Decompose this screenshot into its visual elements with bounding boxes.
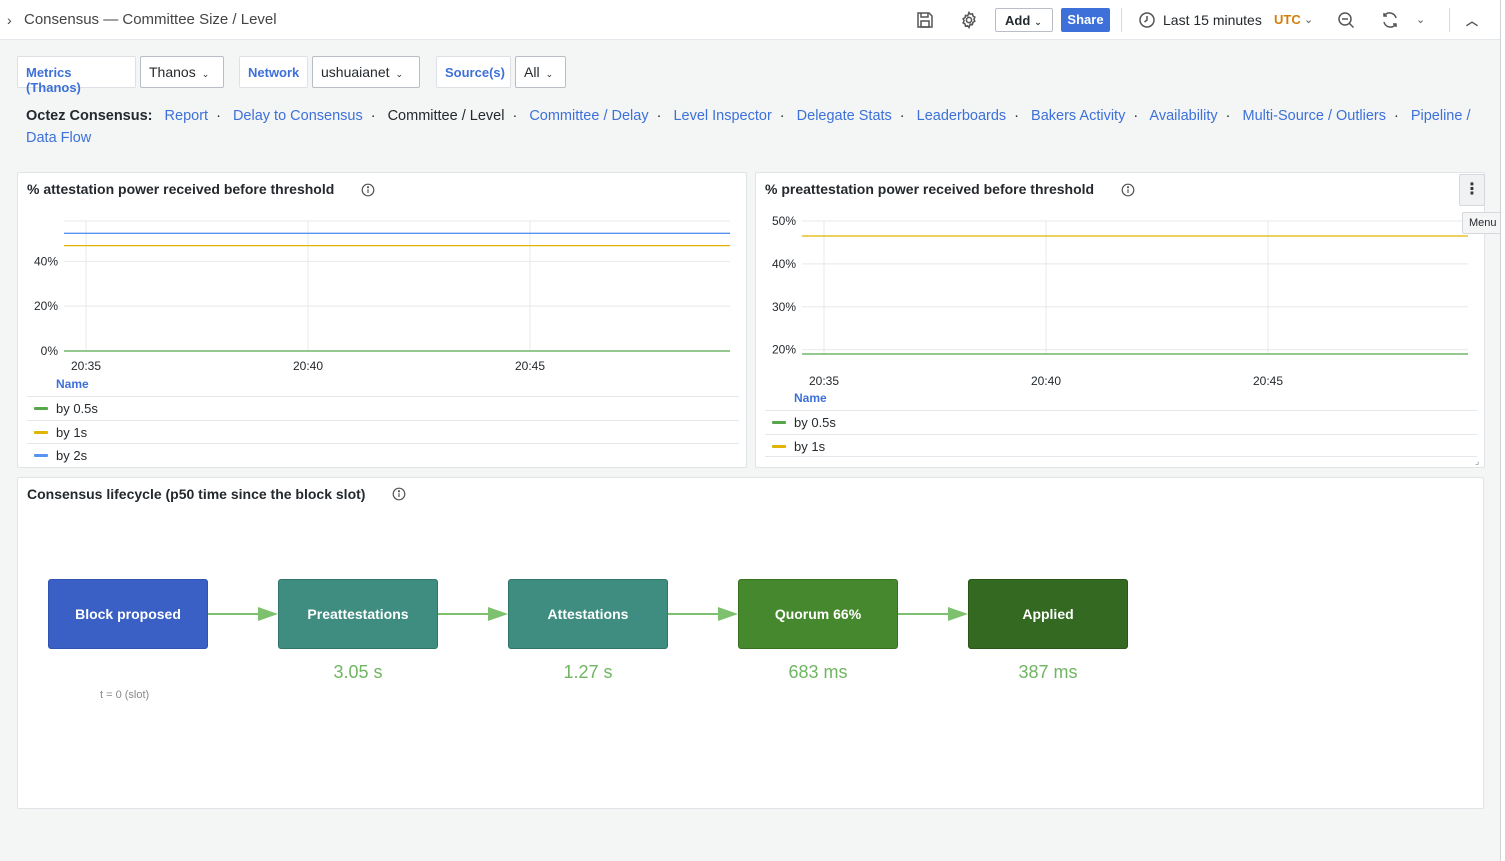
stage-preattestations: Preattestations (278, 579, 438, 649)
window-edge (1500, 0, 1505, 861)
lifecycle-arrows (208, 607, 968, 621)
stage-value-attestations: 1.27 s (563, 662, 613, 682)
stage-value-applied: 387 ms (1018, 662, 1078, 682)
stage-value-preattestations: 3.05 s (333, 662, 383, 682)
stage-value-quorum: 683 ms (788, 662, 848, 682)
stage-block-proposed: Block proposed (48, 579, 208, 649)
stage-quorum: Quorum 66% (738, 579, 898, 649)
stage-attestations: Attestations (508, 579, 668, 649)
slot-note: t = 0 (slot) (100, 689, 150, 701)
stage-applied: Applied (968, 579, 1128, 649)
